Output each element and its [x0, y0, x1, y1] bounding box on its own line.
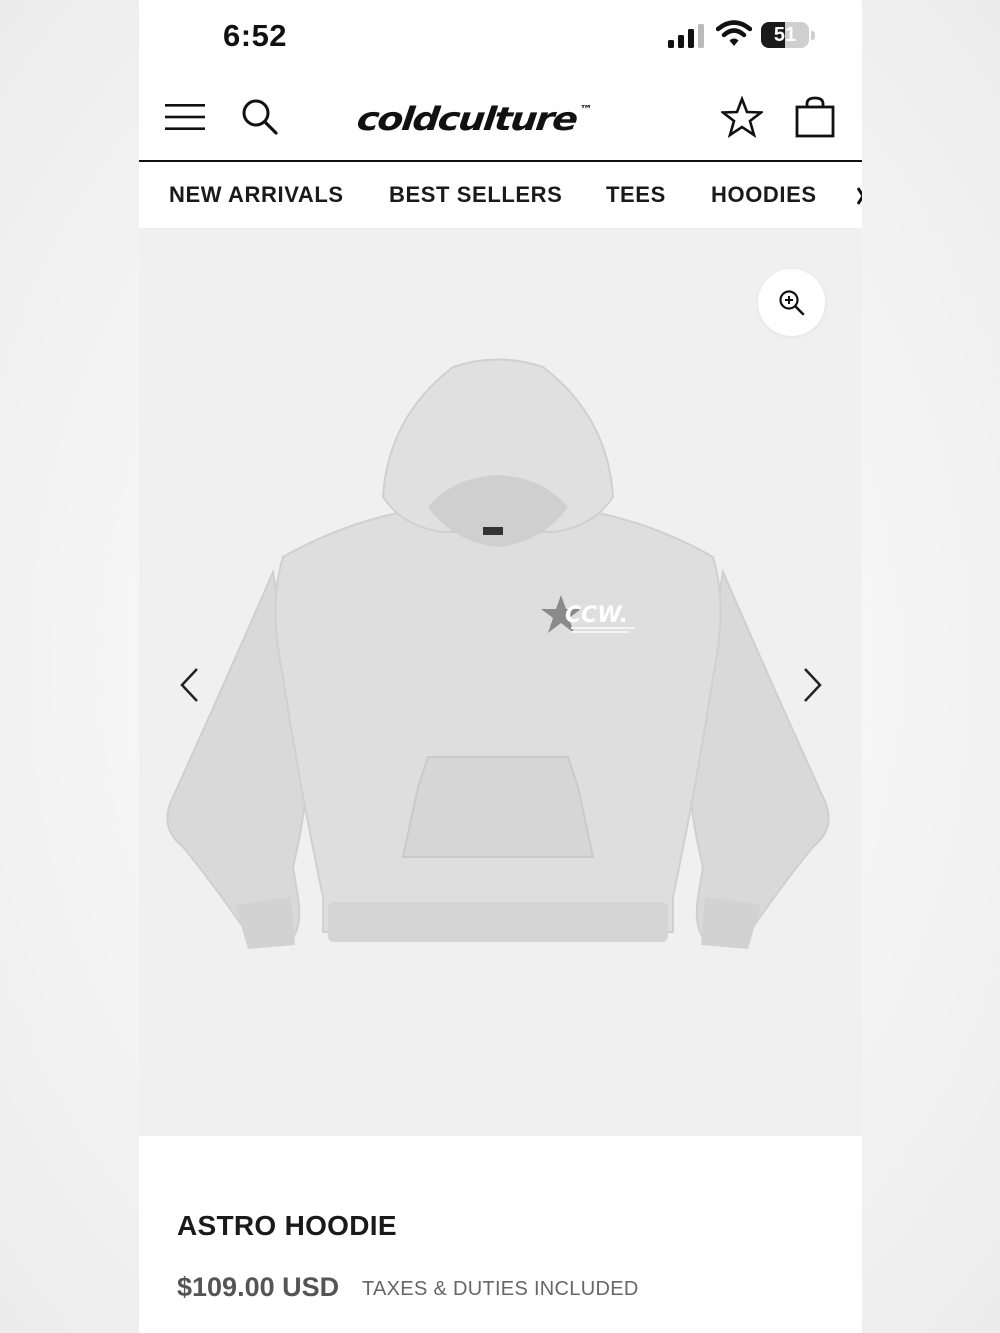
- search-icon[interactable]: [241, 98, 279, 136]
- category-nav: NEW ARRIVALS BEST SELLERS TEES HOODIES: [139, 162, 862, 228]
- product-price: $109.00 USD: [177, 1272, 340, 1302]
- product-gallery: CCW.: [139, 229, 862, 1136]
- chevron-right-icon[interactable]: [857, 186, 862, 206]
- chest-print-text: CCW.: [565, 603, 628, 628]
- zoom-in-icon: [779, 290, 805, 316]
- menu-icon[interactable]: [165, 101, 205, 133]
- category-new-arrivals[interactable]: NEW ARRIVALS: [169, 182, 344, 208]
- star-icon[interactable]: [721, 96, 763, 138]
- shopping-bag-icon[interactable]: [795, 96, 835, 138]
- product-image[interactable]: CCW.: [153, 357, 843, 957]
- phone-screen: 6:52 51 coldculture™ NEW ARRIVALS BEST S…: [139, 0, 862, 1333]
- product-title: ASTRO HOODIE: [177, 1210, 397, 1241]
- wifi-icon: [716, 20, 752, 46]
- site-logo[interactable]: coldculture™: [355, 100, 593, 137]
- product-info: ASTRO HOODIE $109.00 USD TAXES & DUTIES …: [139, 1136, 862, 1333]
- status-time: 6:52: [223, 18, 288, 53]
- site-header: coldculture™: [139, 72, 862, 162]
- cellular-signal-icon: [668, 24, 704, 48]
- zoom-button[interactable]: [758, 269, 825, 336]
- category-tees[interactable]: TEES: [606, 182, 666, 208]
- battery-cap: [811, 31, 815, 40]
- logo-text: coldculture: [355, 100, 579, 138]
- battery-icon: 51: [761, 22, 809, 48]
- battery-percent: 51: [773, 24, 797, 46]
- tax-note: TAXES & DUTIES INCLUDED: [362, 1278, 639, 1300]
- category-best-sellers[interactable]: BEST SELLERS: [389, 182, 562, 208]
- logo-trademark: ™: [578, 103, 593, 117]
- category-hoodies[interactable]: HOODIES: [711, 182, 817, 208]
- status-bar: 6:52 51: [139, 0, 862, 72]
